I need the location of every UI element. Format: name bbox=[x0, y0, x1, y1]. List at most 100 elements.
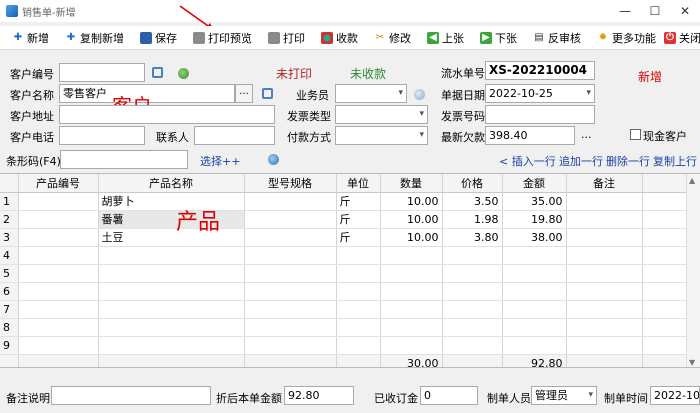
search-icon[interactable] bbox=[152, 67, 163, 78]
cell-amount[interactable]: 35.00 bbox=[502, 192, 567, 211]
cell-qty[interactable] bbox=[380, 300, 443, 319]
cell-qty[interactable]: 10.00 bbox=[380, 192, 443, 211]
table-row[interactable]: 3 土豆 斤 10.00 3.80 38.00 bbox=[0, 228, 687, 247]
column-header[interactable]: 型号规格 bbox=[244, 174, 337, 193]
cell-spec[interactable] bbox=[244, 318, 337, 337]
cell-name[interactable] bbox=[98, 318, 245, 337]
cell-qty[interactable] bbox=[380, 246, 443, 265]
cell-spec[interactable] bbox=[244, 264, 337, 283]
cell-note[interactable] bbox=[566, 192, 643, 211]
close-button[interactable]: ⏻ 关闭 bbox=[664, 30, 700, 46]
cell-unit[interactable] bbox=[336, 264, 381, 283]
column-header[interactable]: 备注 bbox=[566, 174, 643, 193]
scroll-down-icon[interactable]: ▼ bbox=[689, 358, 695, 367]
cell-unit[interactable]: 斤 bbox=[336, 192, 381, 211]
invoice-type-select[interactable] bbox=[335, 105, 428, 124]
cell-name[interactable]: 胡萝卜 bbox=[98, 192, 245, 211]
discount-input[interactable]: 92.80 bbox=[284, 386, 354, 405]
print-preview-button[interactable]: 打印预览 bbox=[193, 30, 252, 46]
cell-code[interactable] bbox=[18, 264, 99, 283]
minimize-button[interactable]: — bbox=[610, 0, 640, 22]
new-button[interactable]: ✚ 新增 bbox=[12, 30, 49, 46]
cell-unit[interactable] bbox=[336, 318, 381, 337]
salesman-select[interactable] bbox=[335, 84, 407, 103]
cell-code[interactable] bbox=[18, 318, 99, 337]
make-time-input[interactable]: 2022-10-25 bbox=[650, 386, 700, 405]
cell-unit[interactable] bbox=[336, 300, 381, 319]
maker-select[interactable]: 管理员 bbox=[531, 386, 597, 405]
cell-name[interactable] bbox=[98, 300, 245, 319]
cell-price[interactable] bbox=[442, 336, 503, 355]
cell-code[interactable] bbox=[18, 246, 99, 265]
cell-code[interactable] bbox=[18, 336, 99, 355]
cell-code[interactable] bbox=[18, 210, 99, 229]
table-row[interactable]: 4 bbox=[0, 246, 687, 265]
invoice-no-input[interactable] bbox=[485, 105, 595, 124]
customer-phone-input[interactable] bbox=[59, 126, 145, 145]
delete-row-link[interactable]: 删除一行 bbox=[606, 153, 650, 169]
cell-price[interactable] bbox=[442, 246, 503, 265]
cell-unit[interactable] bbox=[336, 282, 381, 301]
cell-note[interactable] bbox=[566, 210, 643, 229]
cell-amount[interactable]: 19.80 bbox=[502, 210, 567, 229]
next-button[interactable]: ▶ 下张 bbox=[480, 30, 517, 46]
cell-note[interactable] bbox=[566, 282, 643, 301]
column-header[interactable]: 价格 bbox=[442, 174, 503, 193]
cell-code[interactable] bbox=[18, 228, 99, 247]
cell-price[interactable] bbox=[442, 264, 503, 283]
column-header[interactable]: 产品编号 bbox=[18, 174, 99, 193]
barcode-input[interactable] bbox=[60, 150, 188, 169]
cell-price[interactable] bbox=[442, 300, 503, 319]
cell-name[interactable]: 番薯 bbox=[98, 210, 245, 229]
cell-qty[interactable]: 10.00 bbox=[380, 210, 443, 229]
select-product-link[interactable]: 选择++ bbox=[200, 153, 240, 169]
cell-unit[interactable] bbox=[336, 246, 381, 265]
cell-code[interactable] bbox=[18, 192, 99, 211]
remark-input[interactable] bbox=[51, 386, 211, 405]
cell-price[interactable] bbox=[442, 318, 503, 337]
cell-unit[interactable]: 斤 bbox=[336, 210, 381, 229]
cell-amount[interactable]: 38.00 bbox=[502, 228, 567, 247]
cell-spec[interactable] bbox=[244, 300, 337, 319]
globe-icon[interactable] bbox=[268, 154, 279, 165]
unaudit-button[interactable]: ▤ 反审核 bbox=[533, 30, 581, 46]
cell-name[interactable] bbox=[98, 282, 245, 301]
cell-code[interactable] bbox=[18, 282, 99, 301]
cell-note[interactable] bbox=[566, 300, 643, 319]
cell-qty[interactable] bbox=[380, 264, 443, 283]
cell-name[interactable] bbox=[98, 246, 245, 265]
edit-button[interactable]: ✂ 修改 bbox=[374, 30, 411, 46]
customer-code-input[interactable] bbox=[59, 63, 145, 82]
copy-new-button[interactable]: ✚ 复制新增 bbox=[65, 30, 124, 46]
serial-input[interactable]: XS-202210004 bbox=[485, 61, 595, 80]
cell-price[interactable]: 3.80 bbox=[442, 228, 503, 247]
contact-input[interactable] bbox=[194, 126, 275, 145]
column-header[interactable]: 产品名称 bbox=[98, 174, 245, 193]
copy-row-link[interactable]: 复制上行 bbox=[653, 153, 697, 169]
cell-qty[interactable] bbox=[380, 336, 443, 355]
cell-name[interactable] bbox=[98, 336, 245, 355]
cell-spec[interactable] bbox=[244, 246, 337, 265]
column-header[interactable]: 数量 bbox=[380, 174, 443, 193]
cell-price[interactable] bbox=[442, 282, 503, 301]
table-row[interactable]: 1 胡萝卜 斤 10.00 3.50 35.00 bbox=[0, 192, 687, 211]
cell-amount[interactable] bbox=[502, 336, 567, 355]
cell-spec[interactable] bbox=[244, 228, 337, 247]
table-row[interactable]: 7 bbox=[0, 300, 687, 319]
table-row[interactable]: 2 番薯 斤 10.00 1.98 19.80 bbox=[0, 210, 687, 229]
table-row[interactable]: 5 bbox=[0, 264, 687, 283]
vertical-scrollbar[interactable]: ▲ ▼ bbox=[686, 174, 700, 367]
cell-note[interactable] bbox=[566, 318, 643, 337]
receive-button[interactable]: 收款 bbox=[321, 30, 358, 46]
cell-unit[interactable] bbox=[336, 336, 381, 355]
debt-more-button[interactable]: ... bbox=[581, 128, 592, 141]
print-button[interactable]: 打印 bbox=[268, 30, 305, 46]
cash-customer-checkbox[interactable] bbox=[630, 129, 641, 140]
cell-price[interactable]: 3.50 bbox=[442, 192, 503, 211]
cell-note[interactable] bbox=[566, 246, 643, 265]
cell-spec[interactable] bbox=[244, 336, 337, 355]
save-button[interactable]: 保存 bbox=[140, 30, 177, 46]
payment-select[interactable] bbox=[335, 126, 428, 145]
search-icon[interactable] bbox=[262, 88, 273, 99]
maximize-button[interactable]: ☐ bbox=[640, 0, 670, 22]
